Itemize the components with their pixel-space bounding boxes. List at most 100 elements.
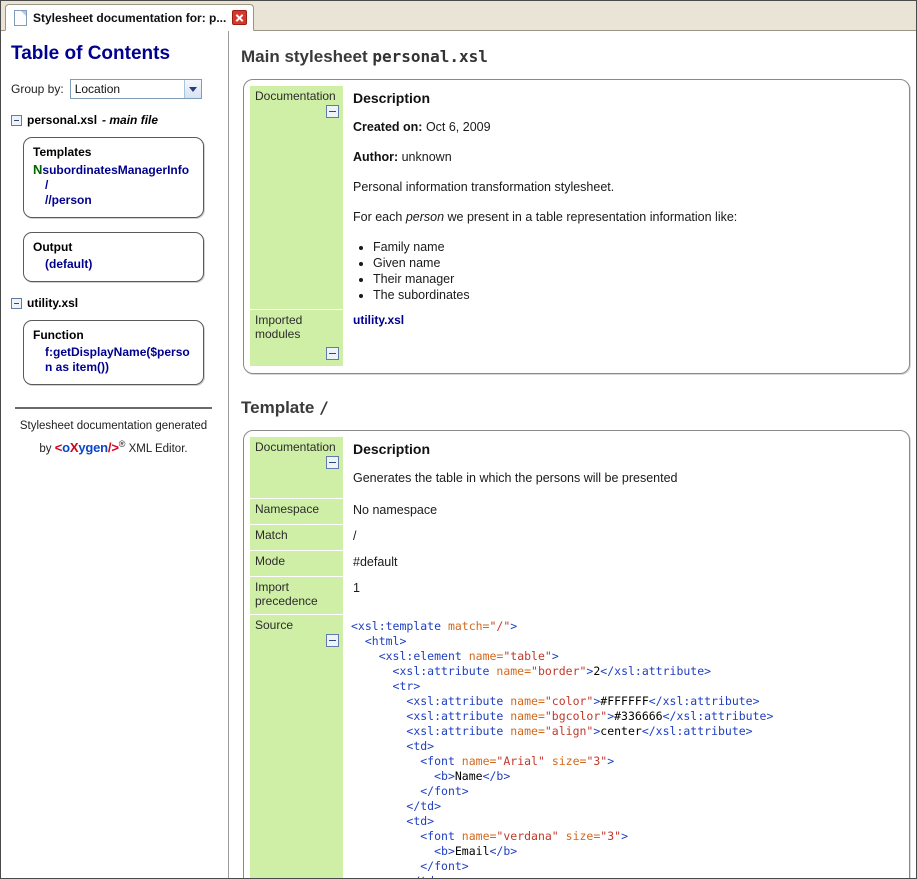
description-text: Generates the table in which the persons… <box>353 470 678 485</box>
code-token: <xsl:attribute <box>392 663 497 678</box>
section-heading-value: personal.xsl <box>372 47 488 66</box>
row-label-text: Imported modules <box>255 312 303 341</box>
code-token: name= <box>510 723 545 738</box>
card-title: Function <box>33 328 84 342</box>
tab-stylesheet-documentation[interactable]: Stylesheet documentation for: p... <box>5 4 255 31</box>
prop-table: Documentation Description Created on: Oc… <box>250 86 903 367</box>
code-token: "3" <box>600 828 622 843</box>
code-token: "color" <box>544 693 594 708</box>
code-token: <xsl:attribute <box>406 693 511 708</box>
row-label-text: Import precedence <box>255 580 318 608</box>
code-token: "table" <box>503 648 552 663</box>
code-token: > <box>510 618 518 633</box>
code-token: #336666 <box>614 708 663 723</box>
footer-line1: Stylesheet documentation generated <box>19 420 208 432</box>
collapse-icon[interactable] <box>326 455 339 469</box>
chevron-down-icon[interactable] <box>183 80 201 98</box>
collapse-icon[interactable] <box>326 634 339 647</box>
author-value: unknown <box>401 150 452 164</box>
created-on-label: Created on: <box>353 120 423 134</box>
code-token: > <box>621 828 628 843</box>
row-label-text: Mode <box>255 554 286 568</box>
code-token: name= <box>468 648 504 663</box>
code-line: <html> <box>351 634 903 649</box>
code-token: size= <box>558 828 601 843</box>
collapse-icon[interactable] <box>11 114 22 126</box>
row-value-mode: #default <box>353 554 398 569</box>
prop-table: Documentation Description Generates the … <box>250 436 903 879</box>
table-row: Mode #default <box>250 550 903 577</box>
code-line: <xsl:template match="/"> <box>351 619 903 634</box>
page-title: Table of Contents <box>11 43 171 64</box>
imported-module-link[interactable]: utility.xsl <box>353 313 404 327</box>
row-value-imported-modules: utility.xsl <box>343 309 903 366</box>
code-token: "border" <box>531 663 587 678</box>
row-value-import-precedence: 1 <box>353 580 360 595</box>
code-token: "3" <box>586 753 608 768</box>
section-heading-prefix: Main stylesheet <box>241 47 368 66</box>
sidebar-node-utility-xsl[interactable]: utility.xsl <box>11 296 218 310</box>
code-token: </b> <box>489 843 518 858</box>
code-token: match= <box>447 618 490 633</box>
para2-post: we present in a table representation inf… <box>444 210 738 224</box>
panel-template: Documentation Description Generates the … <box>243 429 910 879</box>
sidebar-node-suffix: - main file <box>102 113 159 127</box>
code-line: <xsl:attribute name="border">2</xsl:attr… <box>351 664 903 679</box>
code-token: "bgcolor" <box>544 708 608 723</box>
table-row: Documentation Description Generates the … <box>250 436 903 499</box>
list-item[interactable]: (default) <box>33 257 194 272</box>
list-item[interactable]: / <box>33 178 194 193</box>
collapse-icon[interactable] <box>326 105 339 118</box>
code-token: </b> <box>482 768 511 783</box>
code-token: <td> <box>406 813 435 828</box>
group-by-select[interactable]: Location <box>69 79 202 99</box>
code-line: <xsl:attribute name="bgcolor">#336666</x… <box>351 709 903 724</box>
code-token: </font> <box>420 783 469 798</box>
section-heading-main-stylesheet: Main stylesheet personal.xsl <box>241 47 916 67</box>
code-token: name= <box>461 753 497 768</box>
code-token: <xsl:attribute <box>406 723 511 738</box>
code-line: <b>Email</b> <box>351 844 903 859</box>
code-line: <td> <box>351 739 903 754</box>
section-heading-value: / <box>319 397 329 417</box>
section-heading-template: Template / <box>241 398 916 418</box>
code-token: </font> <box>420 858 469 873</box>
list-item: The subordinates <box>373 287 895 303</box>
list-item[interactable]: //person <box>33 193 194 208</box>
code-token: "Arial" <box>496 753 545 768</box>
registered-icon: ® <box>118 439 126 449</box>
collapse-icon[interactable] <box>326 346 339 360</box>
table-row: Import precedence 1 <box>250 576 903 615</box>
row-label-text: Documentation <box>255 89 336 103</box>
code-token: size= <box>544 753 587 768</box>
footer-by: by <box>39 442 52 455</box>
card-title: Templates <box>33 145 92 159</box>
section-heading-prefix: Template <box>241 397 315 417</box>
named-template-icon: N <box>33 162 43 177</box>
sidebar-table-of-contents: Table of Contents Group by: Location per… <box>1 31 229 878</box>
collapse-icon[interactable] <box>11 297 22 309</box>
row-label-documentation: Documentation <box>250 436 343 499</box>
row-value-match: / <box>353 528 357 543</box>
list-item[interactable]: NsubordinatesManagerInfo <box>33 162 194 178</box>
description-bullets: Family name Given name Their manager The… <box>353 239 895 303</box>
code-token: <td> <box>406 738 435 753</box>
author-label: Author: <box>353 150 399 164</box>
sidebar-node-personal-xsl[interactable]: personal.xsl - main file <box>11 113 218 127</box>
code-line: <tr> <box>351 679 903 694</box>
table-row: Source <xsl:template match="/"> <html> <… <box>250 614 903 879</box>
code-token: name= <box>496 663 532 678</box>
code-token: <font <box>420 753 462 768</box>
close-icon[interactable] <box>232 10 248 25</box>
tab-title: Stylesheet documentation for: p... <box>33 10 227 25</box>
footer-tail: XML Editor. <box>128 442 188 455</box>
list-item[interactable]: f:getDisplayName($person as item()) <box>33 345 194 375</box>
list-item: Given name <box>373 255 895 271</box>
